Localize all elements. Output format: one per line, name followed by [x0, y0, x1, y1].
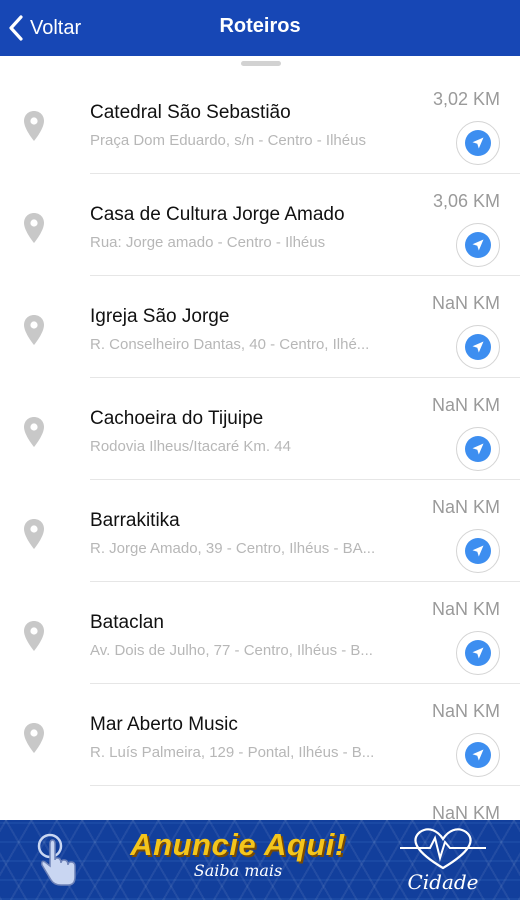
place-name: Catedral São Sebastião — [90, 102, 291, 123]
navigate-icon-circle — [465, 232, 491, 258]
place-address: Praça Dom Eduardo, s/n - Centro - Ilhéus — [90, 132, 366, 149]
place-name: Igreja São Jorge — [90, 306, 230, 327]
place-row[interactable]: Cachoeira do Tijuipe Rodovia Ilheus/Itaca… — [0, 378, 520, 480]
place-name: Mar Aberto Music — [90, 714, 238, 735]
pull-handle[interactable] — [241, 61, 281, 66]
place-address: R. Jorge Amado, 39 - Centro, Ilhéus - BA… — [90, 540, 376, 557]
place-address: R. Luís Palmeira, 129 - Pontal, Ilhéus -… — [90, 744, 375, 761]
page-title: Roteiros — [219, 15, 301, 37]
place-address: R. Conselheiro Dantas, 40 - Centro, Ilhé… — [90, 336, 370, 353]
ad-banner[interactable]: Anuncie Aqui! Saiba mais Cidade — [0, 820, 520, 900]
heart-pulse-icon — [400, 828, 486, 870]
place-row[interactable]: Casa de Cultura Jorge Amado Rua: Jorge am… — [0, 174, 520, 276]
navigate-icon-circle — [465, 436, 491, 462]
place-address: Rua: Jorge amado - Centro - Ilhéus — [90, 234, 326, 251]
place-distance: NaN KM — [431, 701, 500, 721]
place-distance: 3,06 KM — [432, 191, 500, 211]
place-row[interactable]: Igreja São Jorge R. Conselheiro Dantas, 4… — [0, 276, 520, 378]
place-distance: NaN KM — [431, 293, 500, 313]
map-pin-icon — [24, 417, 44, 447]
map-pin-icon — [24, 111, 44, 141]
banner-ad-text[interactable]: Anuncie Aqui! Saiba mais — [118, 827, 358, 880]
map-pin-icon — [24, 213, 44, 243]
banner-logo: Cidade — [388, 826, 498, 896]
place-row[interactable]: Barrakitika R. Jorge Amado, 39 - Centro, … — [0, 480, 520, 582]
map-pin-icon — [24, 315, 44, 345]
navigate-button[interactable] — [456, 325, 500, 369]
map-pin-icon — [24, 723, 44, 753]
navigate-button[interactable] — [456, 529, 500, 573]
place-distance: NaN KM — [431, 395, 500, 415]
place-row[interactable]: Bataclan Av. Dois de Julho, 77 - Centro, … — [0, 582, 520, 684]
place-name: Bataclan — [90, 612, 164, 633]
place-distance: NaN KM — [431, 599, 500, 619]
places-list: Catedral São Sebastião Praça Dom Eduardo,… — [0, 72, 520, 888]
navigate-icon-circle — [465, 334, 491, 360]
place-address: Rodovia Ilheus/Itacaré Km. 44 — [90, 438, 291, 455]
tap-hand-icon — [37, 833, 76, 886]
place-name: Casa de Cultura Jorge Amado — [90, 204, 345, 225]
navigate-icon-circle — [465, 130, 491, 156]
navigate-icon-circle — [465, 640, 491, 666]
app-header: Voltar Roteiros — [0, 0, 520, 56]
navigation-arrow-icon — [472, 647, 484, 659]
navigation-arrow-icon — [472, 239, 484, 251]
navigate-button[interactable] — [456, 121, 500, 165]
navigation-arrow-icon — [472, 137, 484, 149]
navigate-button[interactable] — [456, 631, 500, 675]
navigation-arrow-icon — [472, 545, 484, 557]
banner-ad-subtitle: Saiba mais — [193, 861, 283, 880]
place-address: Av. Dois de Julho, 77 - Centro, Ilhéus -… — [90, 642, 373, 659]
navigate-icon-circle — [465, 742, 491, 768]
banner-logo-text: Cidade — [407, 870, 479, 894]
place-name: Barrakitika — [90, 510, 180, 531]
place-name: Cachoeira do Tijuipe — [90, 408, 264, 429]
place-distance: 3,02 KM — [432, 89, 500, 109]
map-pin-icon — [24, 621, 44, 651]
navigate-button[interactable] — [456, 427, 500, 471]
navigate-button[interactable] — [456, 733, 500, 777]
place-row[interactable]: Mar Aberto Music R. Luís Palmeira, 129 - … — [0, 684, 520, 786]
navigate-icon-circle — [465, 538, 491, 564]
place-row[interactable]: Catedral São Sebastião Praça Dom Eduardo,… — [0, 72, 520, 174]
navigation-arrow-icon — [472, 749, 484, 761]
banner-ad-title: Anuncie Aqui! — [130, 827, 346, 862]
navigation-arrow-icon — [472, 443, 484, 455]
navigation-arrow-icon — [472, 341, 484, 353]
navigate-button[interactable] — [456, 223, 500, 267]
map-pin-icon — [24, 519, 44, 549]
place-distance: NaN KM — [431, 497, 500, 517]
